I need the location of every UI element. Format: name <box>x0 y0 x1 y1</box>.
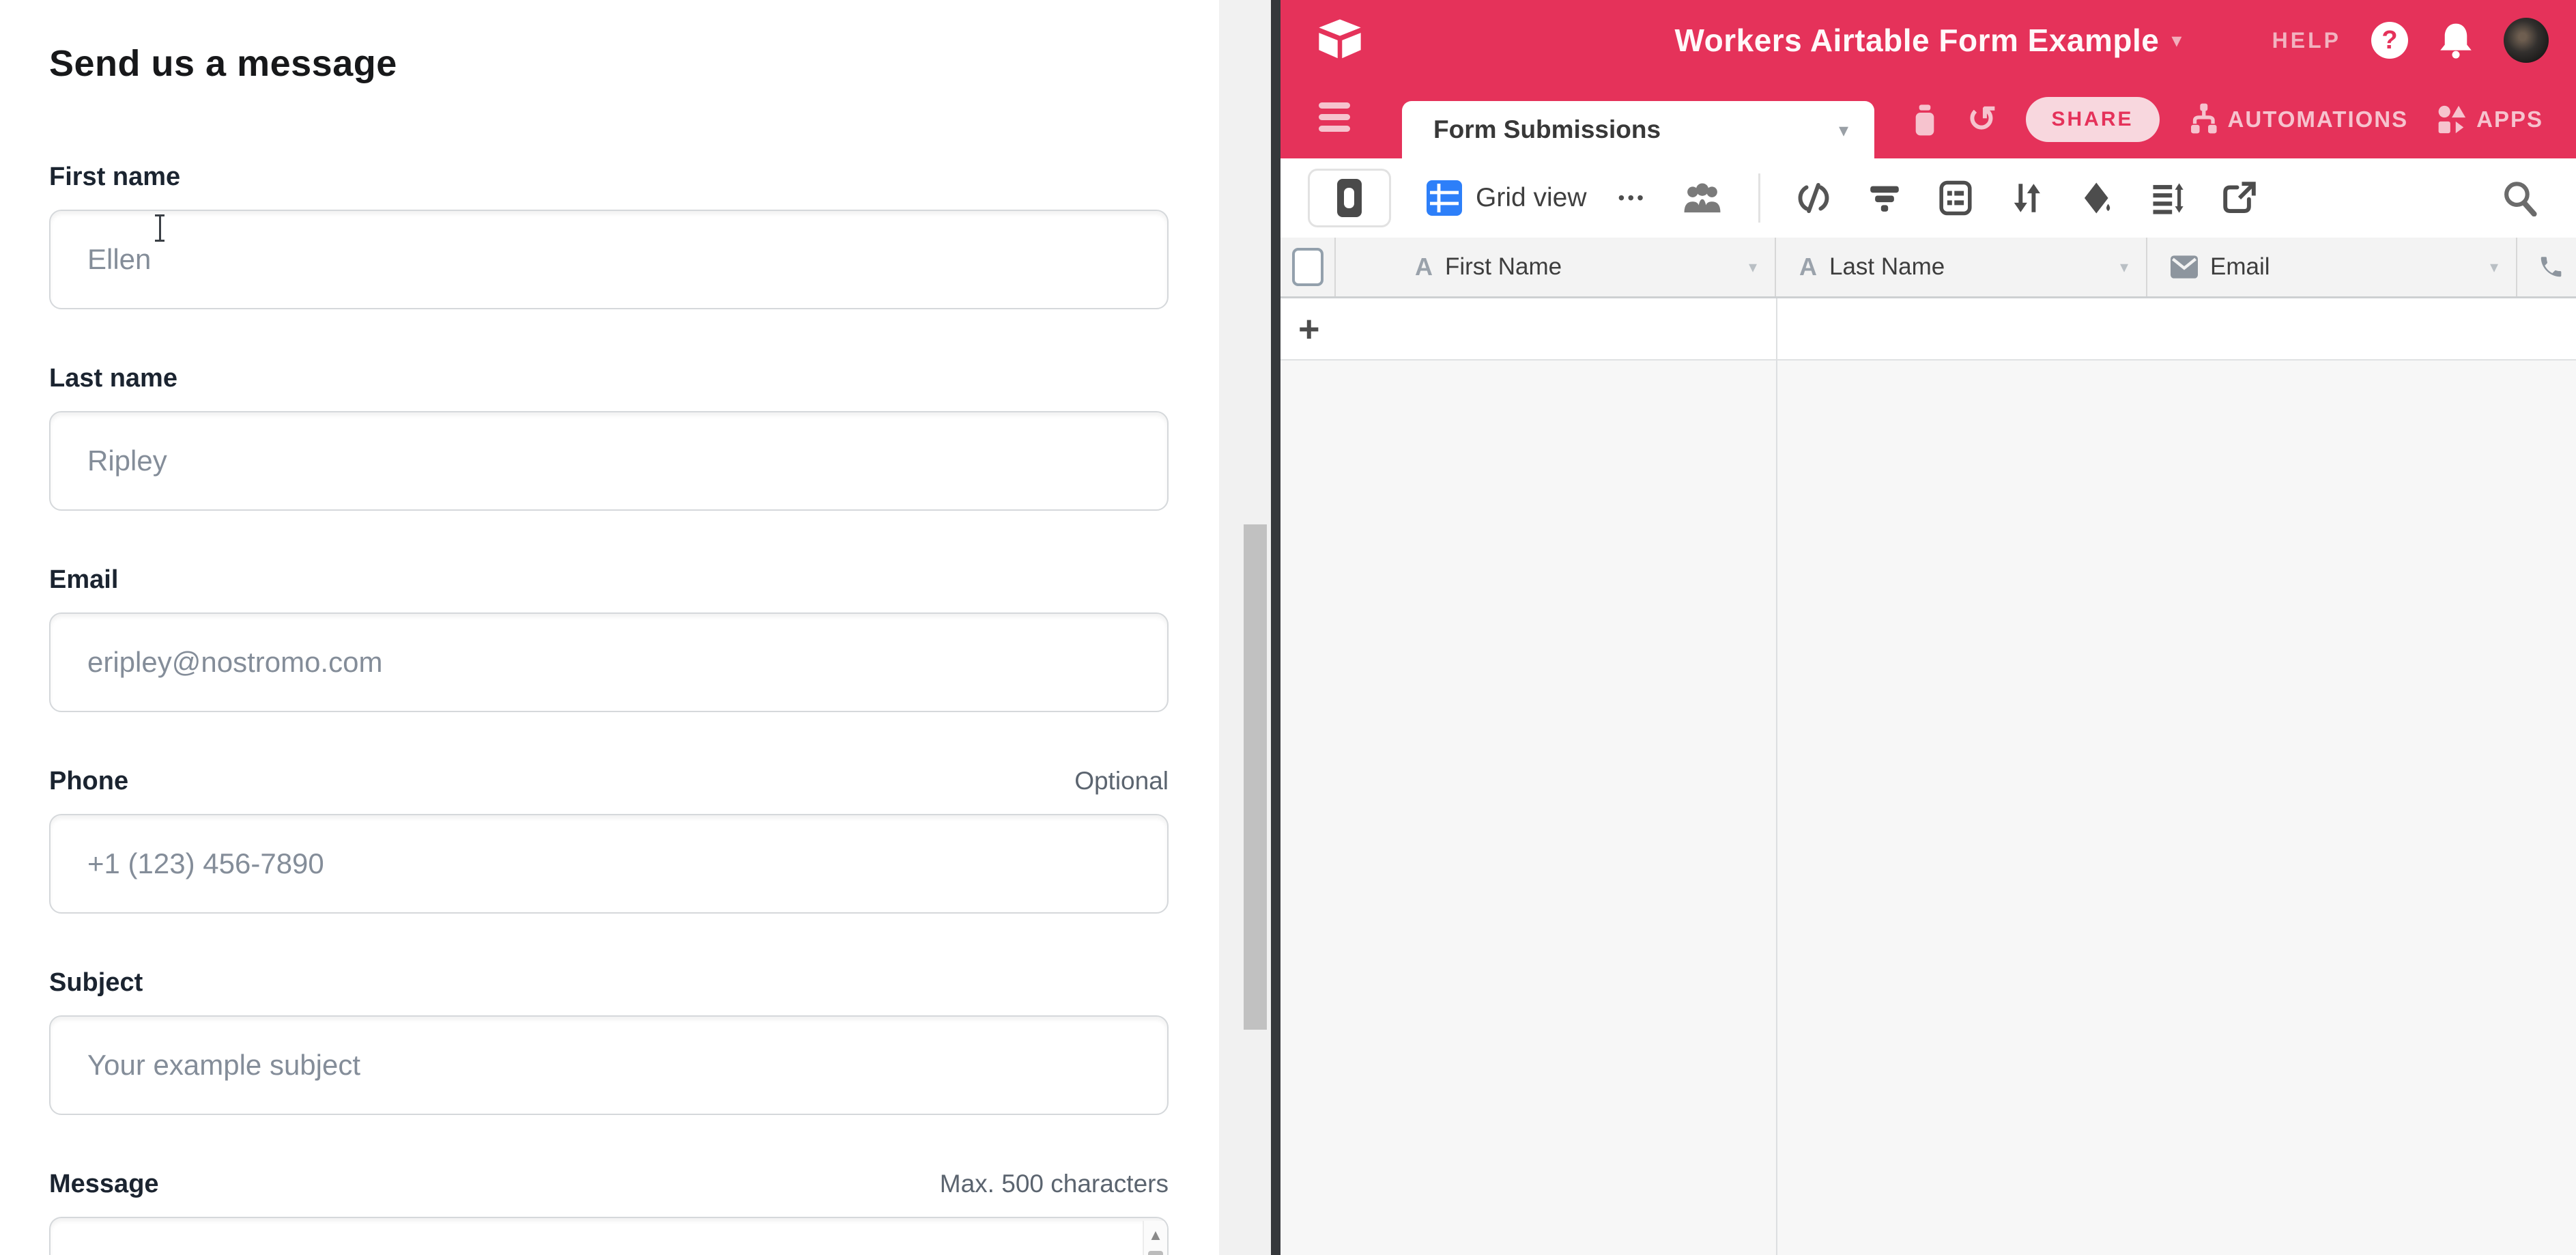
first-name-placeholder: Ellen <box>87 243 151 276</box>
grid-view-selector[interactable]: Grid view <box>1427 180 1587 216</box>
column-header-first-name[interactable]: A First Name ▾ <box>1336 238 1776 296</box>
phone-placeholder: +1 (123) 456-7890 <box>87 847 324 880</box>
message-scrollbar[interactable]: ▲ <box>1143 1221 1167 1255</box>
phone-label: Phone <box>49 767 128 796</box>
airtable-window: Workers Airtable Form Example ▾ HELP ? F… <box>1280 0 2576 1255</box>
table-tab-label: Form Submissions <box>1433 115 1661 144</box>
tables-menu-icon[interactable] <box>1319 102 1350 137</box>
trash-icon[interactable] <box>1911 102 1938 137</box>
text-cursor-icon <box>154 214 165 243</box>
last-name-placeholder: Ripley <box>87 445 167 477</box>
tab-form-submissions[interactable]: Form Submissions ▾ <box>1402 101 1874 158</box>
sort-icon[interactable] <box>2009 180 2044 216</box>
table-tab-caret-icon[interactable]: ▾ <box>1839 119 1848 141</box>
search-icon[interactable] <box>2501 180 2538 216</box>
text-field-type-icon: A <box>1799 253 1817 281</box>
notifications-bell-icon[interactable] <box>2438 21 2474 59</box>
last-name-field: Last name Ripley <box>49 364 1169 511</box>
apps-icon <box>2437 104 2467 135</box>
phone-field: Phone Optional +1 (123) 456-7890 <box>49 767 1169 914</box>
toolbar-divider <box>1758 173 1760 223</box>
subject-placeholder: Your example subject <box>87 1049 360 1082</box>
base-title-caret-icon[interactable]: ▾ <box>2171 29 2181 53</box>
contact-form-panel: Send us a message First name Ellen Last … <box>0 0 1219 1255</box>
automations-icon <box>2188 102 2218 137</box>
first-name-field: First name Ellen <box>49 163 1169 309</box>
first-name-input[interactable]: Ellen <box>49 210 1169 309</box>
phone-input[interactable]: +1 (123) 456-7890 <box>49 814 1169 914</box>
sidebar-toggle-icon <box>1337 179 1362 217</box>
window-divider <box>1271 0 1280 1255</box>
message-maxchars-hint: Max. 500 characters <box>940 1170 1169 1198</box>
hide-fields-icon[interactable] <box>1796 180 1831 216</box>
email-input[interactable]: eripley@nostromo.com <box>49 612 1169 712</box>
view-sidebar-toggle-button[interactable] <box>1308 169 1391 227</box>
share-button[interactable]: SHARE <box>2026 97 2160 142</box>
select-all-checkbox[interactable] <box>1292 248 1323 286</box>
column-caret-icon[interactable]: ▾ <box>2120 257 2128 277</box>
view-name: Grid view <box>1476 183 1587 213</box>
phone-optional-hint: Optional <box>1074 767 1169 795</box>
phone-field-type-icon <box>2538 254 2564 280</box>
subject-input[interactable]: Your example subject <box>49 1015 1169 1115</box>
add-record-row[interactable]: + <box>1280 298 2576 361</box>
subject-field: Subject Your example subject <box>49 968 1169 1115</box>
help-button[interactable]: HELP <box>2272 28 2341 53</box>
message-textarea[interactable]: Tenetur optio quaerat expedita vero et i… <box>49 1217 1169 1255</box>
history-icon[interactable]: ↺ <box>1967 102 1997 137</box>
color-icon[interactable] <box>2080 180 2115 216</box>
base-title[interactable]: Workers Airtable Form Example <box>1675 22 2160 59</box>
screen: Send us a message First name Ellen Last … <box>0 0 2576 1255</box>
help-circle-icon[interactable]: ? <box>2371 22 2408 59</box>
automations-button[interactable]: AUTOMATIONS <box>2188 102 2409 137</box>
apps-button[interactable]: APPS <box>2437 104 2543 135</box>
text-field-type-icon: A <box>1415 253 1433 281</box>
grid-column-divider <box>1776 298 1777 1255</box>
collaborators-icon[interactable] <box>1682 180 1723 216</box>
share-view-icon[interactable] <box>2222 180 2257 216</box>
last-name-input[interactable]: Ripley <box>49 411 1169 511</box>
message-scrollbar-thumb[interactable] <box>1148 1251 1163 1255</box>
page-scrollbar-thumb[interactable] <box>1244 524 1267 1030</box>
grid-view-icon <box>1427 180 1462 216</box>
email-field: Email eripley@nostromo.com <box>49 565 1169 712</box>
view-toolbar: Grid view ••• <box>1280 158 2576 239</box>
column-header-phone[interactable]: Phone <box>2517 238 2576 296</box>
row-height-icon[interactable] <box>2151 180 2186 216</box>
add-record-icon[interactable]: + <box>1298 311 1320 348</box>
message-label: Message <box>49 1170 159 1199</box>
user-avatar[interactable] <box>2504 18 2549 63</box>
view-options-ellipsis-icon[interactable]: ••• <box>1618 187 1646 209</box>
group-icon[interactable] <box>1938 180 1973 216</box>
email-label: Email <box>49 565 118 595</box>
select-all-cell <box>1280 238 1336 296</box>
subject-label: Subject <box>49 968 143 998</box>
scroll-up-icon[interactable]: ▲ <box>1144 1221 1167 1244</box>
page-scrollbar-track[interactable] <box>1219 0 1271 1255</box>
email-placeholder: eripley@nostromo.com <box>87 646 382 679</box>
message-field: Message Max. 500 characters Tenetur opti… <box>49 1170 1169 1255</box>
grid-header-row: A First Name ▾ A Last Name ▾ Email ▾ <box>1280 238 2576 298</box>
first-name-label: First name <box>49 163 180 192</box>
column-header-last-name[interactable]: A Last Name ▾ <box>1776 238 2147 296</box>
grid-empty-area <box>1280 361 2576 1255</box>
column-header-email[interactable]: Email ▾ <box>2147 238 2517 296</box>
last-name-label: Last name <box>49 364 177 393</box>
column-caret-icon[interactable]: ▾ <box>1749 257 1757 277</box>
form-heading: Send us a message <box>49 42 1169 85</box>
airtable-tabbar: Form Submissions ▾ ↺ SHARE AU <box>1280 81 2576 158</box>
email-field-type-icon <box>2171 255 2198 279</box>
column-caret-icon[interactable]: ▾ <box>2490 257 2498 277</box>
airtable-topbar: Workers Airtable Form Example ▾ HELP ? <box>1280 0 2576 81</box>
filter-icon[interactable] <box>1867 180 1902 216</box>
